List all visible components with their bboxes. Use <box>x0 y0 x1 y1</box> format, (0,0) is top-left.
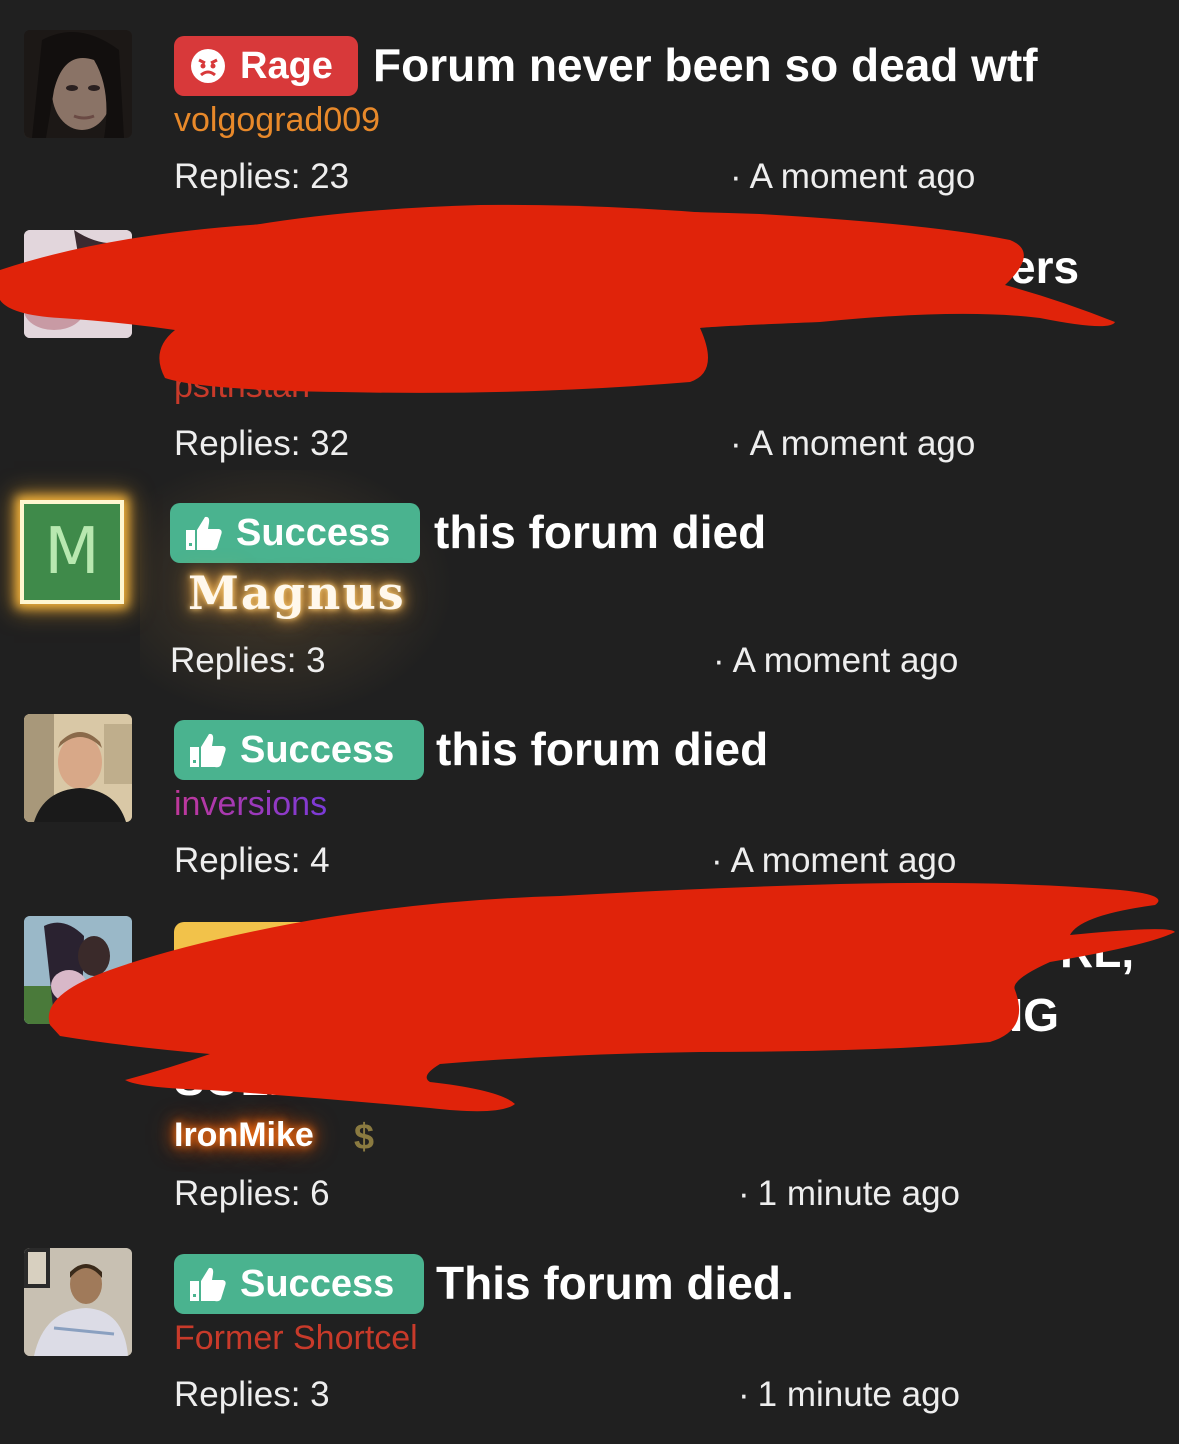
avatar-image <box>24 714 132 822</box>
separator-dot: · <box>738 1375 750 1414</box>
badge-label: Success <box>240 1262 395 1305</box>
author-name[interactable]: inversions <box>174 784 327 824</box>
success-badge[interactable]: Success <box>170 503 420 563</box>
success-badge[interactable]: Success <box>174 1254 424 1314</box>
avatar-image <box>24 1248 132 1356</box>
avatar-image <box>24 30 132 138</box>
anime-art-avatar[interactable] <box>24 916 132 1024</box>
timestamp-text: 1 minute ago <box>757 1375 961 1414</box>
timestamp: · A moment ago <box>713 641 958 681</box>
man-portrait-avatar[interactable] <box>24 714 132 822</box>
separator-dot: · <box>711 841 723 880</box>
reply-count: Replies: 3 <box>170 641 326 680</box>
badge-label: Success <box>240 728 395 771</box>
badge-label: Success <box>236 511 391 554</box>
reply-count: Replies: 3 <box>174 1375 330 1414</box>
timestamp-text: A moment ago <box>732 641 959 680</box>
author-name[interactable]: Magnus <box>188 566 406 620</box>
separator-dot: · <box>730 157 742 196</box>
reply-count: Replies: 4 <box>174 841 330 880</box>
girl-portrait-avatar[interactable] <box>24 30 132 138</box>
reply-count: Replies: 23 <box>174 157 350 196</box>
thread-title-fragment[interactable]: NG <box>990 986 1059 1044</box>
timestamp: · 1 minute ago <box>738 1174 960 1214</box>
rage-badge[interactable]: Rage <box>174 36 358 96</box>
letter-avatar[interactable]: M <box>20 500 124 604</box>
man-hospital-avatar[interactable] <box>24 1248 132 1356</box>
thread-title-fragment[interactable]: ers <box>1010 238 1079 296</box>
user-avatar-photo[interactable] <box>24 230 132 338</box>
timestamp-text: A moment ago <box>730 841 957 880</box>
success-badge[interactable]: Success <box>174 720 424 780</box>
thread-title[interactable]: This forum died. <box>436 1254 794 1312</box>
separator-dot: · <box>730 424 742 463</box>
thumbs-up-icon <box>188 1264 228 1304</box>
timestamp-text: A moment ago <box>749 157 976 196</box>
timestamp-text: A moment ago <box>749 424 976 463</box>
reply-count: Replies: 32 <box>174 424 350 463</box>
timestamp: · A moment ago <box>730 157 975 197</box>
avatar-image <box>24 230 132 338</box>
avatar-image <box>24 916 132 1024</box>
author-name[interactable]: IronMike <box>174 1116 314 1155</box>
reply-count: Replies: 6 <box>174 1174 330 1213</box>
thread-title-fragment[interactable]: RL, <box>1060 922 1134 980</box>
separator-dot: · <box>738 1174 750 1213</box>
timestamp-text: 1 minute ago <box>757 1174 961 1213</box>
author-name[interactable]: Former Shortcel <box>174 1318 418 1358</box>
thread-title[interactable]: this forum died <box>434 503 766 561</box>
timestamp: · A moment ago <box>730 424 975 464</box>
thumbs-up-icon <box>188 730 228 770</box>
thread-title[interactable]: this forum died <box>436 720 768 778</box>
thread-title-fragment[interactable]: SOLDIERS <box>174 1080 409 1108</box>
redacted-badge[interactable] <box>174 922 374 982</box>
author-name[interactable]: psltristan <box>174 366 310 406</box>
timestamp: · 1 minute ago <box>738 1375 960 1415</box>
timestamp: · A moment ago <box>711 841 956 881</box>
thread-title[interactable]: Forum never been so dead wtf <box>373 36 1038 94</box>
dollar-badge-icon: $ <box>354 1116 375 1157</box>
thumbs-up-icon <box>184 513 224 553</box>
author-name[interactable]: volgograd009 <box>174 100 380 140</box>
badge-label: Rage <box>240 44 333 87</box>
separator-dot: · <box>713 641 725 680</box>
angry-face-icon <box>188 46 228 86</box>
